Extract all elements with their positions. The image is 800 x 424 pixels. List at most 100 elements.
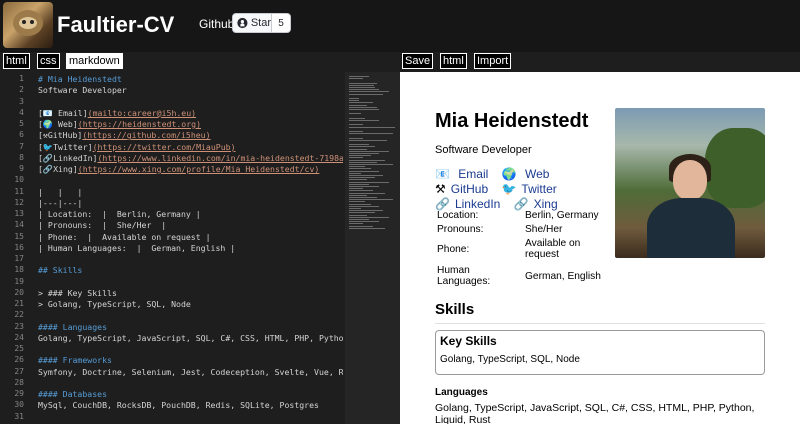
minimap-line	[349, 192, 385, 194]
import-button[interactable]: Import	[474, 53, 512, 69]
minimap-line	[349, 166, 365, 168]
xing-link[interactable]: 🔗 Xing	[514, 197, 563, 211]
code-line: > ### Key Skills	[38, 287, 117, 298]
code-area[interactable]: # Mia Heidenstedt Software Developer [📧 Em…	[38, 72, 343, 424]
minimap-line	[349, 113, 361, 115]
github-icon	[237, 17, 248, 29]
minimap-line	[349, 117, 365, 119]
minimap-line	[349, 84, 374, 86]
markdown-tab-button[interactable]: markdown	[66, 53, 123, 69]
minimap-line	[349, 144, 369, 146]
line-number: 18	[14, 265, 24, 275]
minimap-line	[349, 76, 369, 77]
minimap-line	[349, 172, 361, 174]
minimap-line	[349, 170, 379, 172]
html-export-button[interactable]: html	[440, 53, 467, 69]
css-tab-button[interactable]: css	[37, 53, 60, 69]
minimap-line	[349, 98, 359, 99]
code-line: Symfony, Doctrine, Selenium, Jest, Codec…	[38, 366, 343, 377]
minimap-line	[349, 100, 359, 102]
app-title: Faultier-CV	[57, 12, 175, 37]
tools-icon: ⚒	[435, 182, 446, 196]
line-number: 2	[19, 85, 24, 95]
star-count[interactable]: 5	[272, 13, 291, 33]
code-line: |---|---|	[38, 197, 83, 208]
markdown-editor[interactable]: 1 2 3 4 5 6 7 8 9 10 11 12 13 14 15 16 17 18 19 20 21 22 23 24 2…	[0, 72, 400, 424]
minimap-line	[349, 157, 363, 159]
editor-minimap[interactable]	[345, 72, 400, 424]
link-icon: 🔗	[513, 197, 529, 211]
minimap-line	[349, 203, 371, 205]
line-number: 27	[14, 366, 24, 376]
code-line: ## Skills	[38, 265, 83, 276]
globe-icon: 🌍	[501, 167, 517, 181]
cv-preview: Mia Heidenstedt Software Developer 📧 Ema…	[400, 72, 800, 424]
line-number: 31	[14, 411, 24, 421]
minimap-line	[349, 150, 389, 152]
minimap-line	[349, 227, 385, 229]
bird-icon: 🐦	[501, 182, 517, 196]
line-number: 29	[14, 389, 24, 398]
minimap-line	[349, 210, 383, 212]
line-number: 17	[14, 254, 24, 263]
linkedin-link[interactable]: 🔗 LinkedIn	[435, 197, 505, 211]
languages-text: Golang, TypeScript, JavaScript, SQL, C#,…	[435, 402, 755, 424]
code-line: [🌍 Web](https://heidenstedt.org)	[38, 119, 202, 129]
minimap-line	[349, 164, 393, 165]
line-number: 16	[14, 242, 24, 252]
github-star-button[interactable]: Star	[232, 13, 272, 33]
code-line: | Human Languages: | German, English |	[38, 242, 236, 253]
minimap-line	[349, 120, 379, 121]
line-number: 23	[14, 321, 24, 331]
minimap-line	[349, 102, 373, 104]
minimap-line	[349, 216, 389, 218]
code-line: [🔗Xing](https://www.xing.com/profile/Mia…	[38, 164, 320, 174]
minimap-line	[349, 190, 373, 192]
minimap-line	[349, 177, 375, 179]
html-tab-button[interactable]: html	[3, 53, 30, 69]
code-line: #### Frameworks	[38, 355, 112, 366]
code-line: #### Databases	[38, 389, 108, 399]
minimap-line	[349, 91, 389, 93]
github-link[interactable]: ⚒ GitHub	[435, 182, 493, 196]
minimap-line	[349, 201, 365, 203]
line-number: 22	[14, 310, 24, 320]
twitter-link[interactable]: 🐦 Twitter	[501, 182, 561, 196]
minimap-line	[349, 109, 379, 110]
line-number: 21	[14, 299, 24, 308]
save-button[interactable]: Save	[402, 53, 434, 69]
minimap-line	[349, 137, 363, 139]
minimap-line	[349, 168, 371, 170]
minimap-line	[349, 146, 375, 148]
line-number: 30	[14, 400, 24, 410]
key-skills-heading: Key Skills	[440, 334, 497, 348]
minimap-line	[349, 179, 367, 181]
code-line: > Golang, TypeScript, SQL, Node	[38, 299, 191, 309]
line-number: 19	[14, 276, 24, 286]
minimap-line	[349, 139, 387, 141]
minimap-line	[349, 126, 395, 128]
minimap-line	[349, 148, 367, 150]
minimap-line	[349, 175, 383, 176]
code-line: Software Developer	[38, 85, 127, 96]
github-label: Github	[199, 17, 235, 31]
minimap-line	[349, 199, 393, 201]
web-link[interactable]: 🌍 Web	[502, 167, 555, 181]
line-number: 10	[14, 175, 24, 185]
star-label: Star	[250, 17, 271, 29]
line-number: 5	[19, 119, 24, 128]
minimap-line	[349, 212, 375, 214]
email-link[interactable]: 📧 Email	[435, 167, 493, 181]
sloth-logo	[3, 2, 53, 48]
minimap-line	[349, 223, 363, 225]
line-number: 1	[19, 74, 24, 83]
minimap-line	[349, 197, 377, 198]
minimap-line	[349, 181, 389, 183]
line-number: 26	[14, 355, 24, 365]
code-line: | Pronouns: | She/Her |	[38, 220, 167, 231]
minimap-line	[349, 104, 367, 106]
minimap-line	[349, 159, 385, 161]
line-number: 25	[14, 344, 24, 353]
line-number: 14	[14, 220, 24, 230]
minimap-line	[349, 78, 363, 80]
